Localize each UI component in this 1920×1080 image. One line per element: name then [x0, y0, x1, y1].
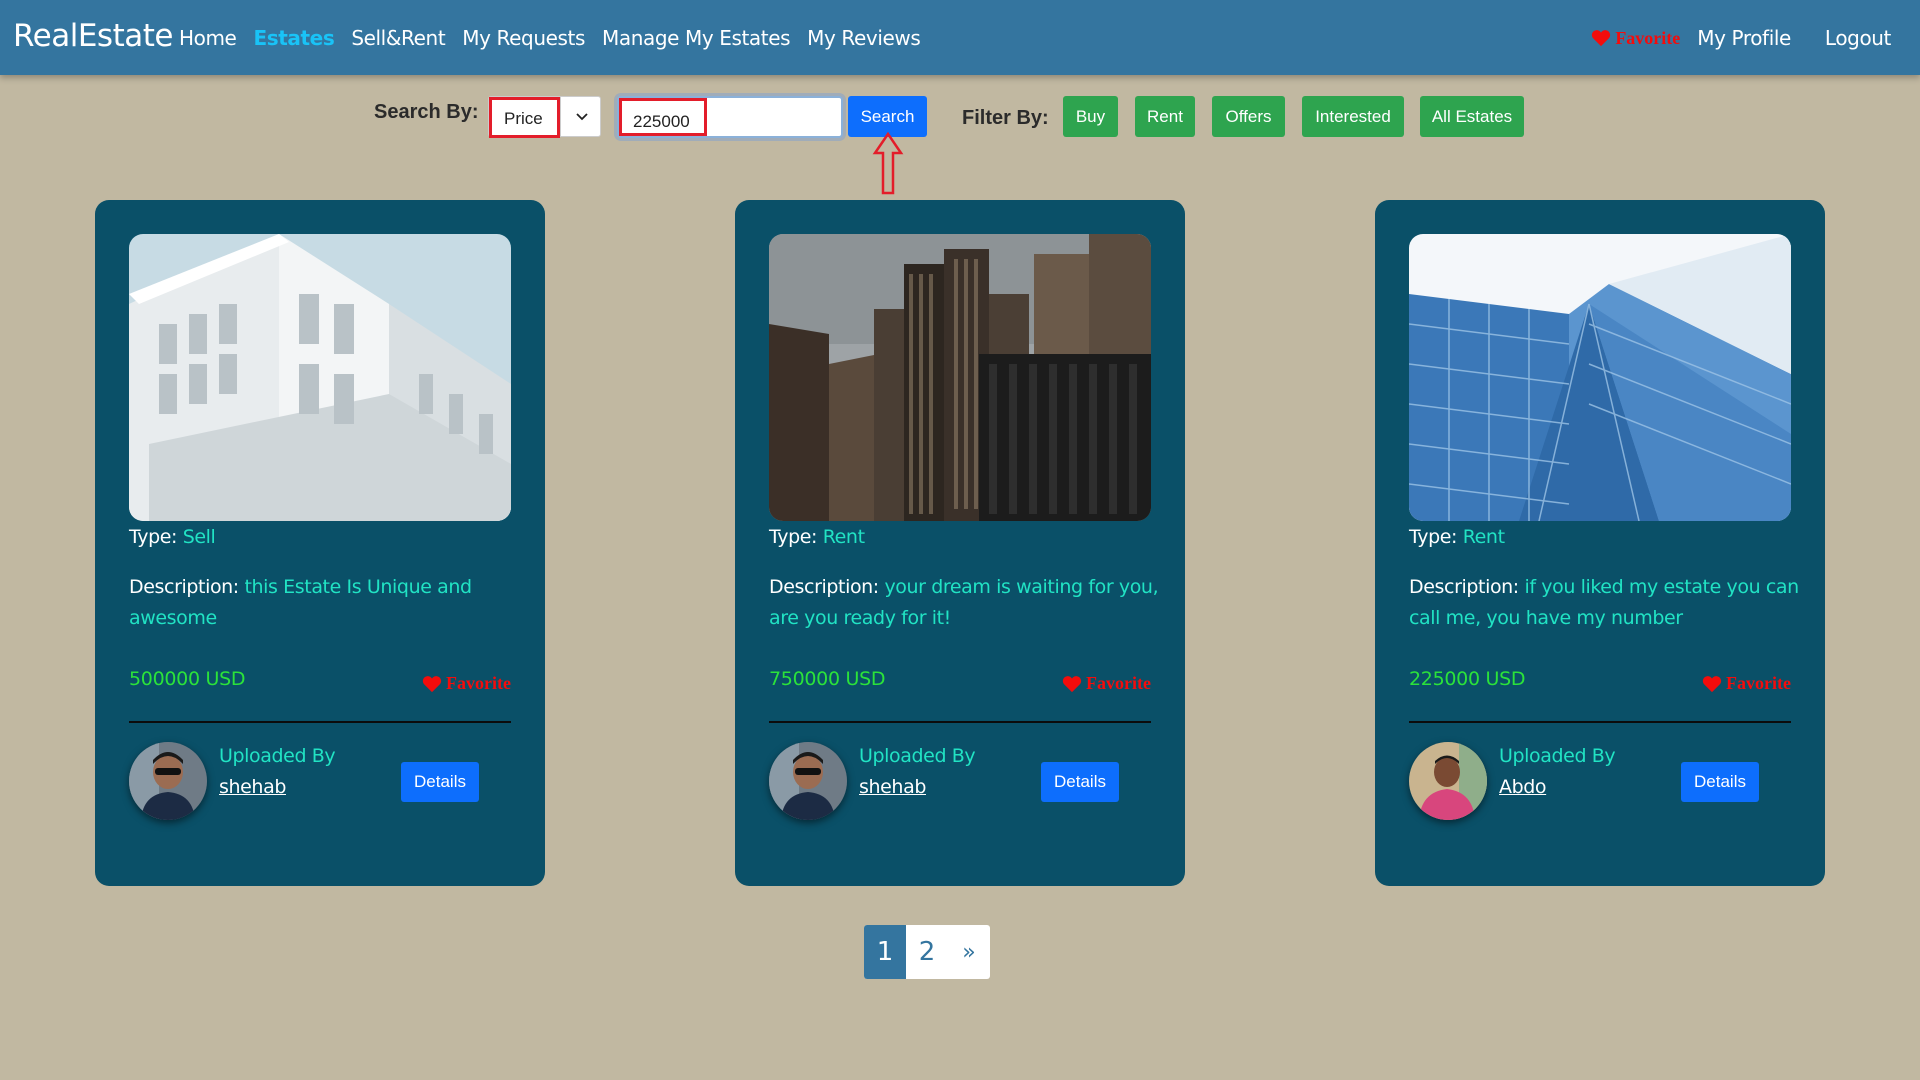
estate-image [1409, 234, 1791, 521]
estate-description: Description: if you liked my estate you … [1409, 572, 1799, 634]
avatar [129, 742, 207, 820]
chevron-down-icon[interactable] [573, 107, 591, 125]
favorite-label: Favorite [1726, 673, 1791, 693]
type-value: Rent [822, 526, 865, 548]
navbar: RealEstate Home Estates Sell&Rent My Req… [0, 0, 1920, 75]
nav-favorite-label: Favorite [1615, 27, 1681, 48]
avatar [1409, 742, 1487, 820]
estate-price: 225000 USD [1409, 668, 1526, 690]
uploaded-by-label: Uploaded By [1499, 745, 1616, 767]
uploaded-by-label: Uploaded By [859, 745, 976, 767]
nav-manage-my-estates[interactable]: Manage My Estates [602, 26, 791, 50]
estate-image [769, 234, 1151, 521]
building-photo-icon [129, 234, 511, 521]
description-label: Description: [769, 576, 879, 598]
uploader-link[interactable]: shehab [219, 776, 286, 798]
type-value: Sell [182, 526, 216, 548]
nav-estates[interactable]: Estates [253, 26, 334, 50]
user-avatar-photo-icon [769, 742, 847, 820]
estate-type: Type: Rent [1409, 526, 1505, 548]
uploaded-by-label: Uploaded By [219, 745, 336, 767]
nav-logout[interactable]: Logout [1825, 26, 1891, 50]
nav-favorite-link[interactable]: Favorite [1591, 28, 1680, 49]
estate-price: 500000 USD [129, 668, 246, 690]
card-divider [129, 721, 511, 723]
favorite-label: Favorite [446, 673, 511, 693]
estate-favorite-button[interactable]: Favorite [1062, 673, 1151, 694]
heart-icon [1062, 675, 1082, 692]
brand-logo[interactable]: RealEstate [13, 18, 173, 54]
estate-image [129, 234, 511, 521]
type-label: Type: [769, 526, 818, 548]
estate-price: 750000 USD [769, 668, 886, 690]
description-label: Description: [129, 576, 239, 598]
heart-icon [422, 675, 442, 692]
details-button[interactable]: Details [401, 762, 479, 802]
estate-favorite-button[interactable]: Favorite [422, 673, 511, 694]
select-divider [560, 97, 561, 136]
nav-my-profile[interactable]: My Profile [1697, 26, 1791, 50]
uploader-link[interactable]: shehab [859, 776, 926, 798]
filter-buy-button[interactable]: Buy [1063, 96, 1118, 137]
type-label: Type: [129, 526, 178, 548]
glass-skyscraper-photo-icon [1409, 234, 1791, 521]
user-avatar-photo-icon [129, 742, 207, 820]
details-button[interactable]: Details [1681, 762, 1759, 802]
description-label: Description: [1409, 576, 1519, 598]
uploader-link[interactable]: Abdo [1499, 776, 1547, 798]
annotation-arrow-up-icon [872, 131, 904, 195]
nav-my-requests[interactable]: My Requests [462, 26, 585, 50]
search-by-select[interactable]: Price [488, 96, 601, 138]
search-input-wrapper [617, 96, 843, 138]
card-divider [769, 721, 1151, 723]
nav-links: Home Estates Sell&Rent My Requests Manag… [179, 26, 921, 50]
heart-icon [1592, 30, 1611, 47]
city-skyline-photo-icon [769, 234, 1151, 521]
estate-favorite-button[interactable]: Favorite [1702, 673, 1791, 694]
page-1-button[interactable]: 1 [864, 925, 906, 979]
estate-description: Description: your dream is waiting for y… [769, 572, 1159, 634]
estate-type: Type: Rent [769, 526, 865, 548]
page-2-button[interactable]: 2 [906, 925, 948, 979]
user-avatar-photo-icon [1409, 742, 1487, 820]
nav-right: Favorite My Profile Logout [1591, 26, 1891, 50]
estate-card: Type: Rent Description: if you liked my … [1375, 200, 1825, 886]
filter-all-estates-button[interactable]: All Estates [1420, 96, 1524, 137]
nav-sell-rent[interactable]: Sell&Rent [351, 26, 445, 50]
filter-by-label: Filter By: [962, 107, 1049, 129]
estate-type: Type: Sell [129, 526, 216, 548]
avatar [769, 742, 847, 820]
search-by-select-value: Price [489, 97, 560, 138]
next-page-button[interactable]: » [948, 925, 990, 979]
estate-card: Type: Rent Description: your dream is wa… [735, 200, 1185, 886]
estate-description: Description: this Estate Is Unique and a… [129, 572, 519, 634]
filter-offers-button[interactable]: Offers [1212, 96, 1285, 137]
heart-icon [1702, 675, 1722, 692]
card-divider [1409, 721, 1791, 723]
type-label: Type: [1409, 526, 1458, 548]
details-button[interactable]: Details [1041, 762, 1119, 802]
pagination: 1 2 » [864, 925, 990, 979]
nav-home[interactable]: Home [179, 26, 237, 50]
search-input[interactable] [619, 98, 707, 136]
estate-card: Type: Sell Description: this Estate Is U… [95, 200, 545, 886]
type-value: Rent [1462, 526, 1505, 548]
nav-my-reviews[interactable]: My Reviews [807, 26, 921, 50]
search-by-label: Search By: [374, 101, 479, 123]
favorite-label: Favorite [1086, 673, 1151, 693]
filter-interested-button[interactable]: Interested [1302, 96, 1404, 137]
filter-rent-button[interactable]: Rent [1135, 96, 1195, 137]
